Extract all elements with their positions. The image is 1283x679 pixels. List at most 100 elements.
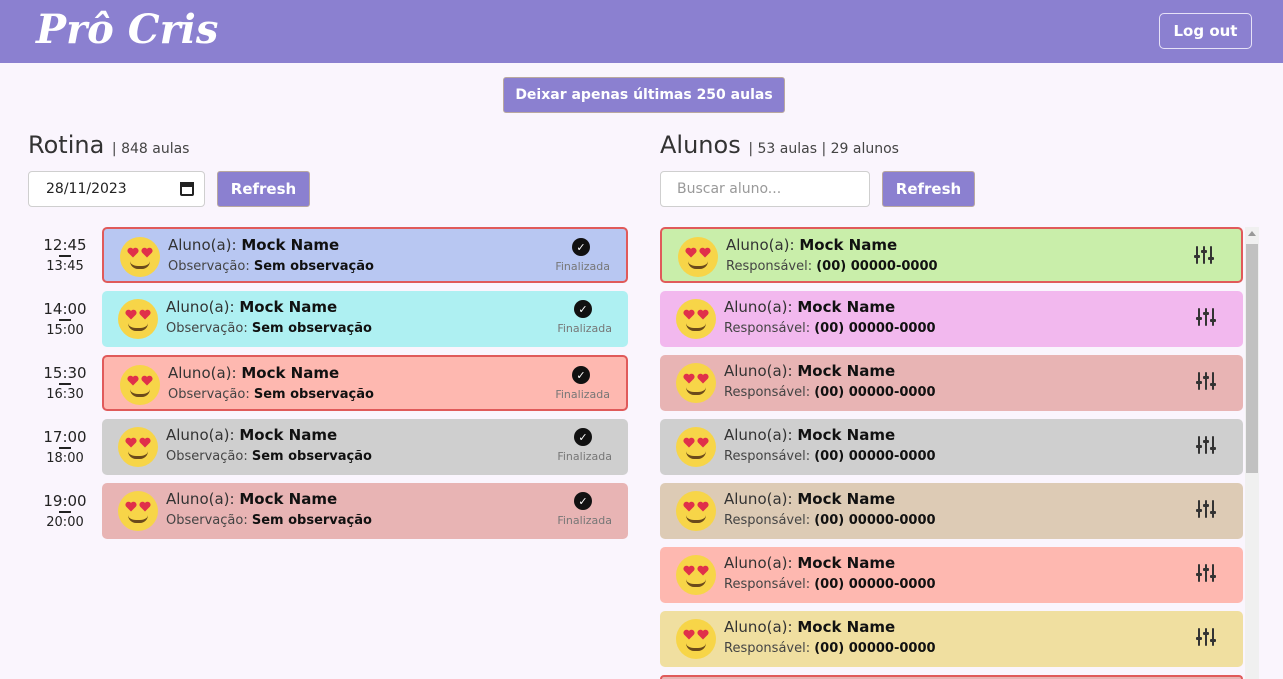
lesson-card[interactable]: Aluno(a): Mock Name Observação: Sem obser…: [102, 291, 628, 347]
student-card[interactable]: Aluno(a): Mock Name Responsável: (00) 000…: [660, 227, 1243, 283]
search-student-input[interactable]: [660, 171, 870, 207]
smile-mouth: [686, 323, 706, 331]
keep-last-250-button[interactable]: Deixar apenas últimas 250 aulas: [503, 77, 785, 113]
heart-eye-icon: [125, 309, 137, 320]
check-circle-icon: ✓: [572, 238, 590, 256]
guardian-phone-value: (00) 00000-0000: [814, 577, 936, 592]
rotina-count: | 848 aulas: [111, 141, 190, 157]
heart-eye-icon: [697, 501, 709, 512]
heart-eyes-emoji-icon: [676, 363, 716, 403]
lesson-observation-label: Observação:: [166, 321, 252, 336]
heart-eye-icon: [683, 629, 695, 640]
sliders-settings-icon[interactable]: [1195, 563, 1217, 583]
sliders-settings-icon[interactable]: [1195, 371, 1217, 391]
sliders-settings-icon[interactable]: [1195, 499, 1217, 519]
logout-button[interactable]: Log out: [1159, 13, 1252, 49]
lesson-card[interactable]: Aluno(a): Mock Name Observação: Sem obser…: [102, 419, 628, 475]
heart-eye-icon: [697, 309, 709, 320]
heart-eye-icon: [139, 437, 151, 448]
lesson-time: 12:45 13:45: [30, 236, 100, 275]
smile-mouth: [128, 515, 148, 523]
student-card-partial[interactable]: [660, 675, 1243, 679]
student-card[interactable]: Aluno(a): Mock Name Responsável: (00) 000…: [660, 547, 1243, 603]
guardian-phone: Responsável: (00) 00000-0000: [724, 641, 936, 656]
smile-mouth: [686, 387, 706, 395]
rotina-refresh-button[interactable]: Refresh: [217, 171, 310, 207]
scroll-thumb[interactable]: [1246, 244, 1258, 473]
student-name: Aluno(a): Mock Name: [724, 490, 895, 508]
guardian-phone: Responsável: (00) 00000-0000: [724, 321, 936, 336]
student-name-label: Aluno(a):: [168, 364, 242, 382]
lesson-card[interactable]: Aluno(a): Mock Name Observação: Sem obser…: [102, 227, 628, 283]
guardian-phone-value: (00) 00000-0000: [814, 513, 936, 528]
lesson-start-time: 15:30: [43, 364, 87, 382]
student-name: Aluno(a): Mock Name: [724, 426, 895, 444]
heart-eye-icon: [125, 501, 137, 512]
student-name-value: Mock Name: [797, 298, 896, 316]
lesson-card[interactable]: Aluno(a): Mock Name Observação: Sem obser…: [102, 355, 628, 411]
student-name-value: Mock Name: [799, 236, 898, 254]
scroll-up-arrow-icon[interactable]: [1248, 231, 1256, 236]
calendar-icon[interactable]: [180, 182, 194, 196]
sliders-settings-icon[interactable]: [1195, 627, 1217, 647]
student-name-value: Mock Name: [241, 236, 340, 254]
lesson-observation-value: Sem observação: [251, 449, 372, 464]
heart-eyes-emoji-icon: [118, 491, 158, 531]
heart-eye-icon: [697, 437, 709, 448]
lesson-observation: Observação: Sem observação: [166, 321, 372, 336]
lesson-card[interactable]: Aluno(a): Mock Name Observação: Sem obser…: [102, 483, 628, 539]
guardian-phone-value: (00) 00000-0000: [816, 259, 938, 274]
lesson-observation-label: Observação:: [166, 513, 252, 528]
student-card[interactable]: Aluno(a): Mock Name Responsável: (00) 000…: [660, 483, 1243, 539]
student-name: Aluno(a): Mock Name: [724, 298, 895, 316]
guardian-phone-label: Responsável:: [724, 513, 815, 528]
lesson-end-time: 20:00: [46, 515, 84, 530]
sliders-settings-icon[interactable]: [1195, 435, 1217, 455]
lesson-observation-label: Observação:: [166, 449, 252, 464]
student-name-label: Aluno(a):: [724, 298, 798, 316]
student-name-label: Aluno(a):: [168, 236, 242, 254]
app-logo[interactable]: Prô Cris: [36, 6, 218, 53]
lesson-status: Finalizada: [557, 514, 612, 527]
alunos-scrollbar[interactable]: [1245, 227, 1259, 679]
heart-eyes-emoji-icon: [120, 365, 160, 405]
guardian-phone-label: Responsável:: [724, 321, 815, 336]
heart-eyes-emoji-icon: [678, 237, 718, 277]
lesson-observation: Observação: Sem observação: [168, 259, 374, 274]
check-circle-icon: ✓: [574, 300, 592, 318]
check-circle-icon: ✓: [572, 366, 590, 384]
lesson-observation-value: Sem observação: [251, 321, 372, 336]
student-card[interactable]: Aluno(a): Mock Name Responsável: (00) 000…: [660, 291, 1243, 347]
date-picker[interactable]: 28/11/2023: [28, 171, 205, 207]
smile-mouth: [686, 643, 706, 651]
student-name-label: Aluno(a):: [726, 236, 800, 254]
guardian-phone-label: Responsável:: [724, 577, 815, 592]
guardian-phone-value: (00) 00000-0000: [814, 321, 936, 336]
heart-eye-icon: [697, 629, 709, 640]
heart-eye-icon: [125, 437, 137, 448]
check-circle-icon: ✓: [574, 492, 592, 510]
lesson-time: 15:30 16:30: [30, 364, 100, 403]
student-name-value: Mock Name: [241, 364, 340, 382]
student-name: Aluno(a): Mock Name: [166, 298, 337, 316]
smile-mouth: [130, 261, 150, 269]
sliders-settings-icon[interactable]: [1195, 307, 1217, 327]
time-separator: [59, 511, 71, 513]
alunos-title: Alunos: [660, 131, 741, 159]
lesson-observation-label: Observação:: [168, 259, 254, 274]
student-card[interactable]: Aluno(a): Mock Name Responsável: (00) 000…: [660, 419, 1243, 475]
student-name: Aluno(a): Mock Name: [726, 236, 897, 254]
student-card[interactable]: Aluno(a): Mock Name Responsável: (00) 000…: [660, 355, 1243, 411]
student-card[interactable]: Aluno(a): Mock Name Responsável: (00) 000…: [660, 611, 1243, 667]
rotina-title: Rotina: [28, 131, 105, 159]
student-name-label: Aluno(a):: [724, 490, 798, 508]
sliders-settings-icon[interactable]: [1193, 245, 1215, 265]
heart-eyes-emoji-icon: [676, 555, 716, 595]
student-name-value: Mock Name: [797, 362, 896, 380]
top-bar: Prô Cris Log out: [0, 0, 1283, 63]
heart-eye-icon: [697, 373, 709, 384]
guardian-phone-label: Responsável:: [724, 449, 815, 464]
guardian-phone-value: (00) 00000-0000: [814, 385, 936, 400]
alunos-refresh-button[interactable]: Refresh: [882, 171, 975, 207]
check-circle-icon: ✓: [574, 428, 592, 446]
